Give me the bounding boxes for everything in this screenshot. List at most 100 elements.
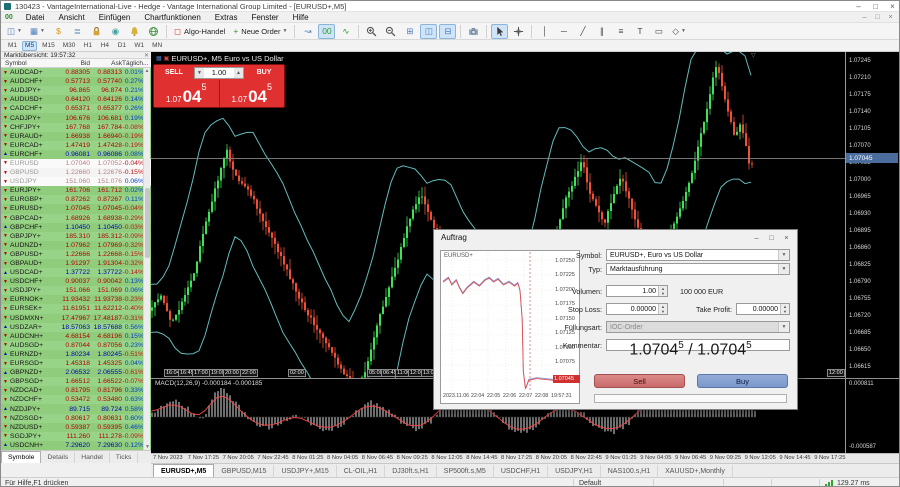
minimize-icon[interactable]: – [749, 233, 764, 242]
chart-tab[interactable]: SP500ft.s,M5 [437, 465, 494, 477]
chart-tab[interactable]: USDJPY,H1 [548, 465, 601, 477]
table-row[interactable]: ▲EURCHF+0.960810.960860.08% [1, 150, 151, 159]
table-row[interactable]: ▼USDJPY+151.066151.0690.06% [1, 286, 151, 295]
chart-tab[interactable]: CL-OIL,H1 [337, 465, 385, 477]
table-row[interactable]: ▼USDJPY151.060151.0760.06% [1, 177, 151, 186]
timeframe-m1[interactable]: M1 [5, 41, 20, 51]
shapes-button[interactable]: ◇▼ [669, 24, 689, 39]
column-header-symbol[interactable]: Symbol [1, 60, 53, 67]
table-row[interactable]: ▼CADCHF+0.653710.653770.26% [1, 104, 151, 113]
table-row[interactable]: ▼GBPUSD+1.226661.22668-0.15% [1, 250, 151, 259]
new-order-button[interactable]: +Neue Order▼ [230, 24, 290, 39]
menu-item-fenster[interactable]: Fenster [244, 13, 285, 22]
buy-button[interactable]: BUY [244, 69, 284, 76]
table-row[interactable]: ▼AUDCNH+4.681544.681960.15% [1, 332, 151, 341]
signal-button[interactable]: ◉ [107, 24, 124, 39]
table-row[interactable]: ▼AUDSGD+0.870440.870560.23% [1, 341, 151, 350]
tab-handel[interactable]: Handel [75, 452, 110, 463]
chart-tab[interactable]: NAS100.s,H1 [601, 465, 658, 477]
scrollbar[interactable]: ▲▼ [143, 68, 150, 450]
table-row[interactable]: ▼AUDUSD+0.641200.641260.14% [1, 95, 151, 104]
table-row[interactable]: ▼USDCHF+0.900370.900420.13% [1, 277, 151, 286]
lock-button[interactable] [88, 24, 105, 39]
minimize-icon[interactable]: – [858, 14, 871, 21]
timeframe-mn[interactable]: MN [149, 41, 165, 51]
new-chart-button[interactable]: ◫▼ [4, 24, 25, 39]
arrange-horizontal-button[interactable]: ◫ [420, 24, 437, 39]
chevron-down-icon[interactable]: ▼ [778, 264, 789, 274]
chart-tab[interactable]: XAUUSD+,Monthly [658, 465, 733, 477]
data-window-toggle[interactable]: ≣ [69, 24, 86, 39]
tick-chart-button[interactable]: ↝ [299, 24, 316, 39]
timeframe-d1[interactable]: D1 [114, 41, 129, 51]
order-dialog-titlebar[interactable]: Auftrag –□× [434, 230, 797, 245]
status-profile[interactable]: Default [573, 479, 653, 487]
table-row[interactable]: ▼GBPUSD1.226601.22676-0.15% [1, 168, 151, 177]
table-row[interactable]: ▲USDZAR+18.5706318.576880.56% [1, 323, 151, 332]
table-row[interactable]: ▼GBPSGD+1.665121.66522-0.07% [1, 377, 151, 386]
channel-button[interactable]: ∥ [593, 24, 610, 39]
table-row[interactable]: ▲EURNZD+1.802341.80245-0.51% [1, 350, 151, 359]
menu-item-datei[interactable]: Datei [19, 13, 52, 22]
minimize-icon[interactable]: – [850, 2, 867, 11]
chart-tab[interactable]: EURUSD+,M5 [153, 464, 214, 477]
trendline-button[interactable]: ╱ [574, 24, 591, 39]
table-row[interactable]: ▼EURAUD+1.669381.66940-0.19% [1, 132, 151, 141]
spinner-buttons[interactable]: ▲▼ [658, 286, 667, 296]
menu-item-hilfe[interactable]: Hilfe [286, 13, 316, 22]
table-row[interactable]: ▼NZDCHF+0.534720.534800.63% [1, 395, 151, 404]
menu-item-chartfunktionen[interactable]: Chartfunktionen [137, 13, 207, 22]
close-icon[interactable]: ✕ [144, 52, 149, 59]
table-row[interactable]: ▼EURUSD+1.070451.07045-0.04% [1, 204, 151, 213]
fibonacci-button[interactable]: ≡ [612, 24, 629, 39]
volume-value[interactable]: 1.00 [204, 68, 234, 77]
sell-button[interactable]: SELL [154, 69, 194, 76]
screenshot-button[interactable] [465, 24, 482, 39]
arrange-vertical-button[interactable]: ⊟ [439, 24, 456, 39]
volume-down-icon[interactable]: ▼ [195, 68, 204, 78]
close-icon[interactable]: × [779, 233, 794, 242]
algo-trading-button[interactable]: ◻Algo-Handel [171, 24, 228, 39]
table-row[interactable]: ▼EURUSD1.070401.07052-0.04% [1, 159, 151, 168]
table-row[interactable]: ▼CADJPY+106.676106.6810.19% [1, 113, 151, 122]
menu-item-ansicht[interactable]: Ansicht [51, 13, 91, 22]
volume-up-icon[interactable]: ▲ [234, 68, 243, 78]
table-row[interactable]: ▼AUDJPY+96.86596.8740.21% [1, 86, 151, 95]
volume-field[interactable]: 1.00 ▲▼ [606, 285, 668, 297]
chart-tab[interactable]: GBPUSD,M15 [214, 465, 274, 477]
cursor-button[interactable] [491, 24, 508, 39]
timeframe-w1[interactable]: W1 [131, 41, 147, 51]
sell-button[interactable]: Sell [594, 374, 685, 388]
buy-price[interactable]: 1.07 04 5 [220, 80, 285, 107]
buy-button[interactable]: Buy [697, 374, 788, 388]
table-row[interactable]: ▼NZDCAD+0.817950.817960.33% [1, 386, 151, 395]
table-row[interactable]: ▲USDCNH+7.296207.296300.12% [1, 441, 151, 450]
zoom-out-button[interactable] [382, 24, 399, 39]
symbol-select[interactable]: EURUSD+, Euro vs US Dollar▼ [606, 249, 790, 261]
table-row[interactable]: ▼EURNOK+11.9343211.93738-0.23% [1, 295, 151, 304]
alerts-button[interactable] [126, 24, 143, 39]
timeframe-h1[interactable]: H1 [80, 41, 95, 51]
horizontal-line-button[interactable]: ─ [555, 24, 572, 39]
maximize-icon[interactable]: □ [871, 14, 884, 21]
table-row[interactable]: ▼SGDJPY+111.260111.278-0.09% [1, 432, 151, 441]
time-axis[interactable]: 7 Nov 20237 Nov 17:257 Nov 20:057 Nov 22… [151, 453, 900, 463]
market-watch-toggle[interactable]: $ [50, 24, 67, 39]
web-terminal-button[interactable] [145, 24, 162, 39]
scrollbar-thumb[interactable] [145, 188, 150, 258]
table-row[interactable]: ▼GBPAUD+1.912971.91304-0.32% [1, 259, 151, 268]
table-row[interactable]: ▼NZDUSD+0.593870.593950.46% [1, 423, 151, 432]
table-row[interactable]: ▼EURSGD+1.453181.453250.04% [1, 359, 151, 368]
table-row[interactable]: ▲GBPCHF+1.104501.10450-0.03% [1, 223, 151, 232]
chart-tab[interactable]: USDJPY+,M15 [274, 465, 336, 477]
order-type-select[interactable]: Marktausführung▼ [606, 263, 790, 275]
timeframe-m5[interactable]: M5 [22, 41, 37, 51]
table-row[interactable]: ▼CHFJPY+167.768167.784-0.08% [1, 123, 151, 132]
table-row[interactable]: ▼EURCAD+1.474191.47428-0.19% [1, 141, 151, 150]
table-row[interactable]: ▼EURGBP+0.872620.872670.11% [1, 195, 151, 204]
sell-price[interactable]: 1.07 04 5 [154, 80, 219, 107]
chart-shift-marker[interactable]: ▽ [751, 52, 756, 59]
volume-stepper[interactable]: ▼ 1.00 ▲ [194, 67, 244, 79]
column-header-tglich[interactable]: Täglich... [122, 60, 148, 67]
chart-tab[interactable]: USDCHF,H1 [494, 465, 548, 477]
